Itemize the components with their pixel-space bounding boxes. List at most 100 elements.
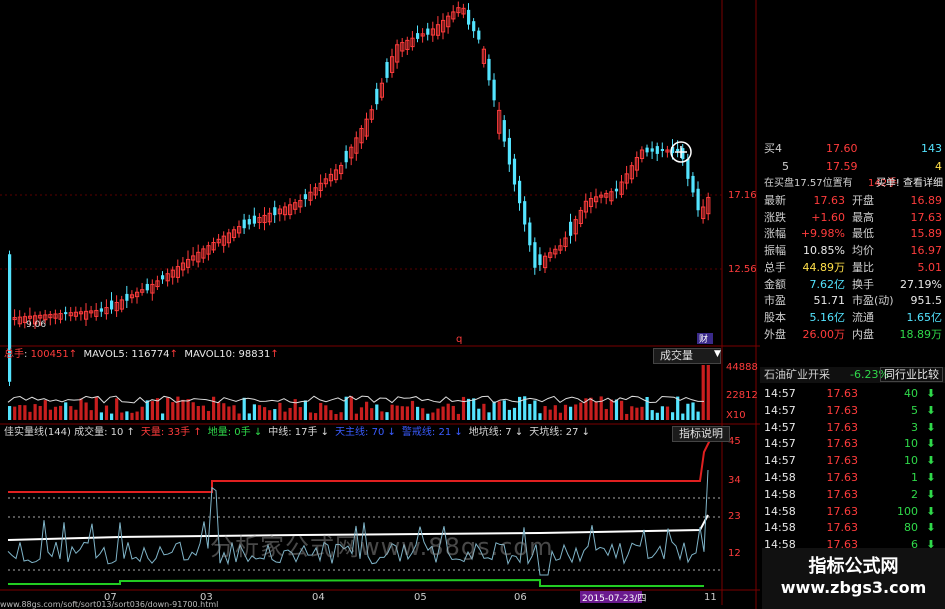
stat-value: +1.60 [811, 210, 845, 224]
price-axis-label: 17.16 [728, 190, 757, 201]
volume-bar [69, 406, 73, 420]
stat-value: 26.00万 [802, 327, 846, 341]
stat-value: 17.63 [813, 194, 846, 207]
volume-bar [461, 396, 466, 420]
volume-bar [43, 400, 47, 420]
mavol10-label: MAVOL10 [184, 349, 232, 360]
volume-bar [507, 409, 511, 420]
candle [696, 188, 700, 211]
logo-title: 指标公式网 [808, 556, 899, 577]
candle [110, 300, 114, 310]
volume-bar [477, 408, 481, 420]
volume-bar [38, 405, 42, 420]
volume-bar [421, 408, 425, 420]
indicator-item: 地量: 0手 ↓ [207, 427, 263, 438]
volume-bar [324, 405, 328, 420]
volume-bar [441, 406, 445, 420]
tick-price: 17.63 [826, 454, 859, 468]
volume-bar [482, 403, 486, 420]
finance-tag[interactable]: 财 [699, 333, 708, 345]
volume-bar [405, 406, 409, 420]
dropdown-arrow-icon[interactable]: ▼ [714, 349, 721, 359]
volume-bar [604, 408, 608, 420]
volume-bar [196, 406, 200, 420]
sector-row[interactable]: 石油矿业开采 -6.23% 同行业比较 [760, 367, 945, 383]
volume-bar [120, 412, 124, 420]
indicator-item: 中线: 17手 ↓ [268, 427, 330, 438]
candle [538, 254, 542, 266]
stat-label: 开盘 [852, 194, 874, 207]
indicator-axis-label: 12 [728, 548, 741, 559]
tick-price: 17.63 [826, 403, 859, 417]
volume-bar [278, 402, 282, 420]
bid-row: 5 17.59 4 [760, 159, 945, 175]
stat-label: 均价 [852, 244, 874, 258]
volume-bar [53, 406, 58, 420]
volume-bar [242, 397, 246, 420]
tick-time: 14:57 [764, 387, 796, 400]
candle [303, 194, 307, 200]
candle [676, 148, 680, 152]
volume-bar [303, 400, 307, 420]
candle [660, 149, 664, 151]
volume-bar [263, 407, 267, 420]
candle [507, 137, 511, 165]
stat-row: 总手 44.89万 量比 5.01 [760, 260, 945, 276]
down-arrow-icon: ⬇ [926, 387, 936, 400]
candle [502, 120, 506, 142]
volume-bar [150, 401, 154, 420]
volume-bar [18, 405, 22, 420]
indicator-help-label: 指标说明 [679, 427, 723, 440]
volume-bar [237, 413, 241, 420]
tick-volume: 100 [897, 504, 918, 518]
volume-bar [33, 404, 37, 420]
volume-bar [130, 412, 134, 420]
volume-bar [8, 406, 12, 420]
volume-bar [227, 406, 231, 420]
footer-url: www.88gs.com/soft/sort013/sort036/down-9… [0, 600, 219, 609]
candle [523, 201, 527, 225]
volume-bar [273, 409, 277, 420]
stat-label: 流通 [852, 310, 874, 324]
volume-bar [186, 399, 190, 420]
volume-bar [410, 400, 415, 420]
indicator-item: 警戒线: 21 ↓ [401, 427, 463, 438]
stat-row: 市盈 51.71 市盈(动) 951.5 [760, 293, 945, 309]
volume-bar [380, 411, 384, 420]
volume-bar [512, 407, 517, 420]
tick-time: 14:58 [764, 521, 796, 535]
volume-bar [140, 406, 144, 420]
tick-time: 14:58 [764, 504, 796, 518]
volume-bar [161, 413, 165, 420]
volume-bars [7, 365, 710, 420]
candle [655, 146, 659, 154]
indicator-help-button[interactable]: 指标说明 [672, 426, 730, 442]
volume-bar [538, 413, 542, 420]
tick-row: 14:57 17.63 5 ⬇ [760, 403, 945, 419]
order-status[interactable]: 在买盘17.57位置有 142手 买单! 查看详细 [760, 176, 945, 192]
tick-volume: 80 [904, 521, 918, 535]
stat-row: 股本 5.16亿 流通 1.65亿 [760, 310, 945, 326]
sector-compare-button[interactable]: 同行业比较 [880, 367, 943, 382]
volume-bar [232, 405, 236, 420]
volume-bar [706, 365, 710, 420]
volume-bar [99, 412, 103, 420]
candle [533, 242, 537, 268]
volume-bar [375, 404, 379, 420]
tick-time: 14:57 [764, 403, 796, 417]
down-arrow-icon: ⬇ [926, 471, 936, 484]
volume-bar [191, 402, 195, 420]
stat-row: 最新 17.63 开盘 16.89 [760, 193, 945, 209]
candle [385, 62, 389, 78]
tick-price: 17.63 [826, 521, 859, 535]
volume-bar [365, 401, 369, 420]
volume-value: 100451 [30, 349, 69, 360]
price-axis-label: 12.56 [728, 264, 757, 275]
candle [247, 219, 251, 225]
volume-bar [298, 407, 302, 420]
volume-indicator-button[interactable]: 成交量 [653, 348, 721, 364]
tick-row: 14:58 17.63 80 ⬇ [760, 520, 945, 536]
mavol10-value: 98831 [238, 349, 271, 360]
volume-bar [283, 411, 287, 420]
chart-area[interactable]: 17.16 12.56 9.06 q 财 44888 22812 X10 45 … [0, 0, 760, 609]
